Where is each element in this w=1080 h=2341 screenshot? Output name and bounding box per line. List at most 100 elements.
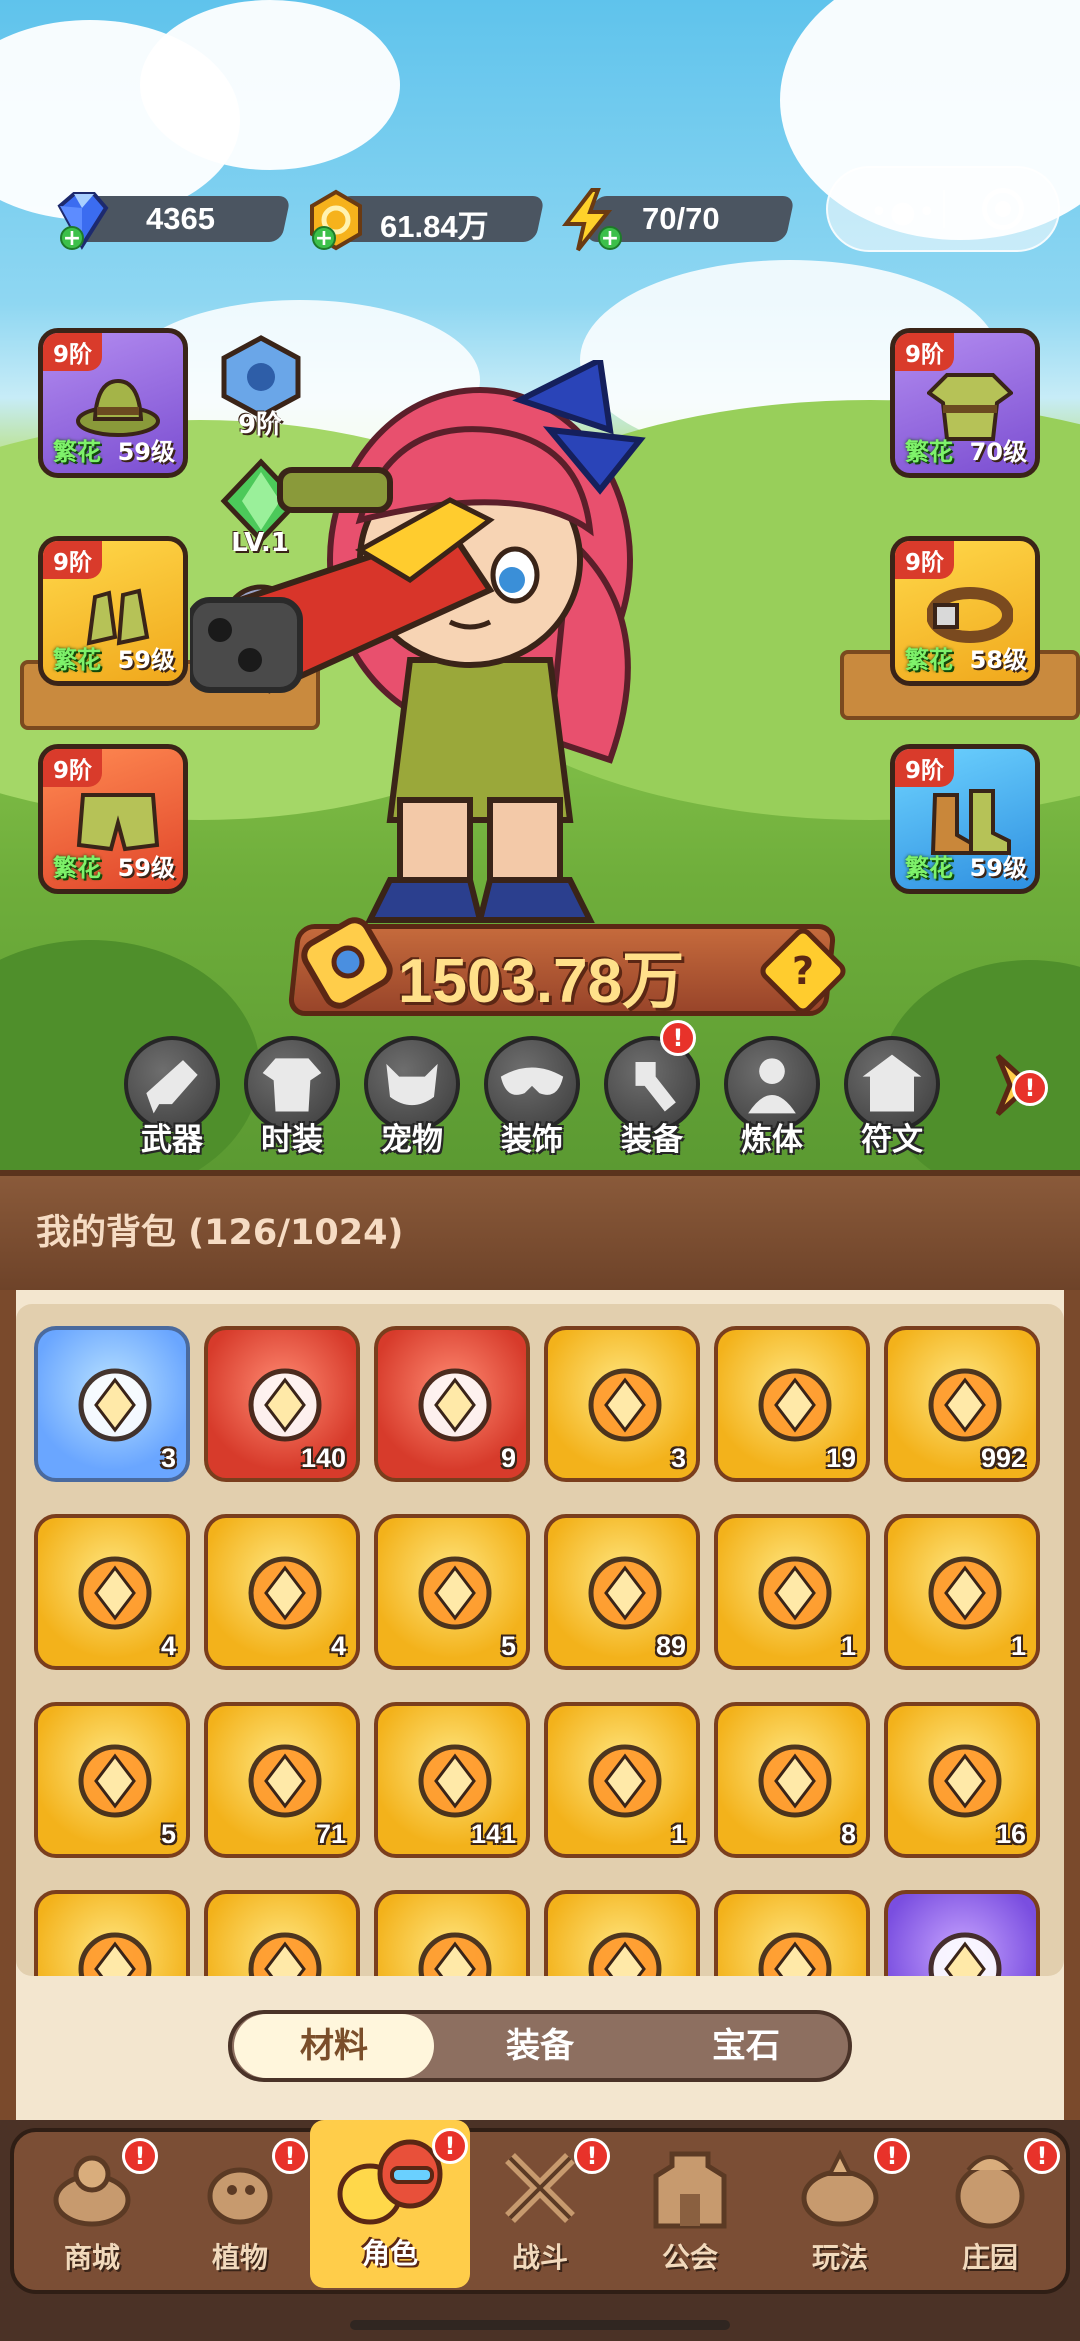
- energy-add-icon[interactable]: +: [598, 226, 622, 250]
- backpack-item[interactable]: [544, 1890, 700, 1976]
- item-count: 5: [160, 1819, 176, 1849]
- backpack-item[interactable]: 71: [204, 1702, 360, 1858]
- slot-tier: 9阶: [43, 541, 103, 579]
- combat-power-value: 1503.78万: [398, 947, 685, 1016]
- slot-level: 59级: [117, 854, 175, 882]
- tab-gems[interactable]: 宝石: [646, 2014, 846, 2078]
- stump-icon: [78, 1932, 152, 1976]
- backpack-item[interactable]: 9: [374, 1326, 530, 1482]
- item-count: 1: [1010, 1631, 1026, 1661]
- backpack-item[interactable]: 140: [204, 1326, 360, 1482]
- backpack-item[interactable]: 1: [544, 1702, 700, 1858]
- equip-slot-gloves[interactable]: 9阶 繁花 59级: [38, 536, 188, 686]
- equip-slot-shorts[interactable]: 9阶 繁花 59级: [38, 744, 188, 894]
- menu-equipment[interactable]: 装备: [600, 1036, 704, 1159]
- nav-label: 战斗: [511, 2241, 568, 2274]
- item-count: 5: [500, 1631, 516, 1661]
- backpack-item[interactable]: [714, 1890, 870, 1976]
- slot-tier: 9阶: [43, 749, 103, 787]
- backpack-item[interactable]: [204, 1890, 360, 1976]
- menu-decoration[interactable]: 装饰: [480, 1036, 584, 1159]
- backpack-item[interactable]: 992: [884, 1326, 1040, 1482]
- equip-slot-belt[interactable]: 9阶 繁花 58级: [890, 536, 1040, 686]
- emerald-key-icon: [418, 1556, 492, 1630]
- backpack-item[interactable]: 16: [884, 1702, 1040, 1858]
- item-count: 4: [330, 1631, 346, 1661]
- item-count: 992: [980, 1443, 1026, 1473]
- nav-label: 庄园: [961, 2241, 1018, 2274]
- close-target-icon[interactable]: [982, 188, 1024, 230]
- backpack-item[interactable]: 5: [34, 1702, 190, 1858]
- slot-tier: 9阶: [895, 541, 955, 579]
- menu-rune[interactable]: 符文: [840, 1036, 944, 1159]
- equip-slot-boots[interactable]: 9阶 繁花 59级: [890, 744, 1040, 894]
- tab-equipment[interactable]: 装备: [440, 2014, 640, 2078]
- menu-label: 装备: [621, 1122, 683, 1158]
- backpack-item[interactable]: 4: [204, 1514, 360, 1670]
- backpack-item[interactable]: [884, 1890, 1040, 1976]
- nav-label: 商城: [63, 2241, 120, 2274]
- plants-alert-badge: !: [272, 2138, 308, 2174]
- menu-body-refine[interactable]: 炼体: [720, 1036, 824, 1159]
- slot-level: 59级: [117, 646, 175, 674]
- item-count: 71: [315, 1819, 346, 1849]
- item-count: 140: [300, 1443, 346, 1473]
- shell-icon: [588, 1932, 662, 1976]
- nav-guild[interactable]: 公会: [620, 2134, 760, 2288]
- backpack-item[interactable]: 1: [714, 1514, 870, 1670]
- nav-label: 角色: [361, 2237, 418, 2270]
- backpack-item[interactable]: 8: [714, 1702, 870, 1858]
- backpack-title: 我的背包 (126/1024): [36, 1213, 404, 1253]
- slot-set-name: 繁花: [905, 646, 953, 674]
- tab-materials[interactable]: 材料: [234, 2014, 434, 2078]
- item-count: 19: [825, 1443, 856, 1473]
- menu-label: 武器: [141, 1122, 203, 1158]
- battle-alert-badge: !: [574, 2138, 610, 2174]
- knot-icon: [758, 1932, 832, 1976]
- backpack-item[interactable]: 4: [34, 1514, 190, 1670]
- slot-level: 58级: [969, 646, 1027, 674]
- item-count: 3: [160, 1443, 176, 1473]
- character-avatar[interactable]: [190, 360, 750, 940]
- can-icon: [248, 1932, 322, 1976]
- peach-icon: [588, 1744, 662, 1818]
- item-count: 9: [500, 1443, 516, 1473]
- item-count: 1: [840, 1631, 856, 1661]
- guild-icon: [653, 2151, 727, 2229]
- backpack-item[interactable]: 141: [374, 1702, 530, 1858]
- backpack-item[interactable]: 3: [34, 1326, 190, 1482]
- equip-slot-shirt[interactable]: 9阶 繁花 70级: [890, 328, 1040, 478]
- backpack-item[interactable]: 1: [884, 1514, 1040, 1670]
- item-count: 3: [670, 1443, 686, 1473]
- backpack-item[interactable]: [34, 1890, 190, 1976]
- menu-label: 符文: [861, 1122, 923, 1158]
- coin-add-icon[interactable]: +: [312, 226, 336, 250]
- more-icon[interactable]: •●•: [870, 195, 938, 230]
- menu-pet[interactable]: 宠物: [360, 1036, 464, 1159]
- backpack-item[interactable]: [374, 1890, 530, 1976]
- duck-puzzle-icon: [418, 1932, 492, 1976]
- equip-slot-hat[interactable]: 9阶 繁花 59级: [38, 328, 188, 478]
- menu-outfit[interactable]: 时装: [240, 1036, 344, 1159]
- slot-tier: 9阶: [43, 333, 103, 371]
- diamond-add-icon[interactable]: +: [60, 226, 84, 250]
- slot-set-name: 繁花: [905, 438, 953, 466]
- home-indicator: [350, 2320, 730, 2330]
- slot-tier: 9阶: [895, 749, 955, 787]
- backpack-grid: 3 140 9 3 19 992 4 4 5 89 1 1 5 71 141 1 8 16: [16, 1304, 1064, 1976]
- yellow-flower-icon: [78, 1744, 152, 1818]
- nav-label: 公会: [661, 2241, 718, 2274]
- slot-set-name: 繁花: [53, 854, 101, 882]
- shop-alert-badge: !: [122, 2138, 158, 2174]
- equipment-alert-badge: !: [660, 1020, 696, 1056]
- power-tag-icon: [301, 917, 393, 1009]
- item-count: 16: [995, 1819, 1026, 1849]
- backpack-item[interactable]: 5: [374, 1514, 530, 1670]
- backpack-item[interactable]: 89: [544, 1514, 700, 1670]
- menu-weapon[interactable]: 武器: [120, 1036, 224, 1159]
- ruby-key-icon: [78, 1556, 152, 1630]
- apple-potion-icon: [418, 1368, 492, 1442]
- backpack-item[interactable]: 3: [544, 1326, 700, 1482]
- backpack-item[interactable]: 19: [714, 1326, 870, 1482]
- gameplay-alert-badge: !: [874, 2138, 910, 2174]
